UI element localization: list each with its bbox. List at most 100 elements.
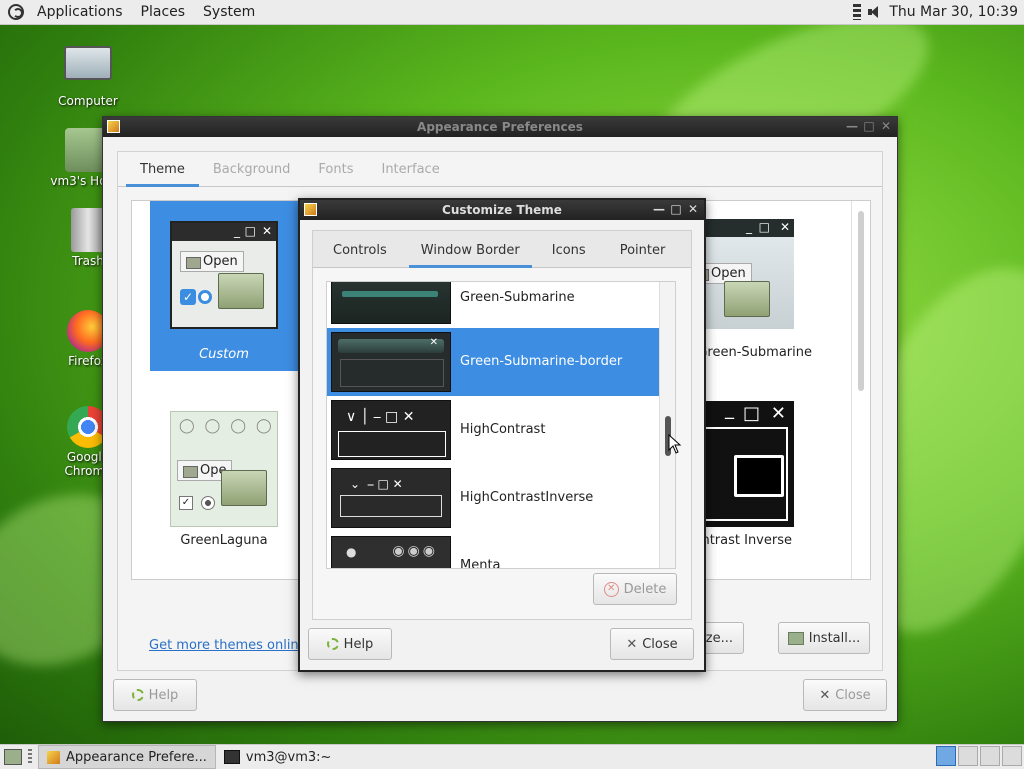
appearance-titlebar[interactable]: Appearance Preferences — □ ✕ bbox=[103, 117, 897, 137]
window-border-list: Green-Submarine ✕ Green-Submarine-border… bbox=[326, 281, 676, 569]
appearance-app-icon bbox=[47, 750, 60, 764]
theme-thumbnail: ● ◉◉◉ bbox=[331, 536, 451, 568]
radio-icon bbox=[198, 290, 212, 304]
appearance-title: Appearance Preferences bbox=[417, 120, 583, 134]
close-icon: ✕ bbox=[779, 220, 790, 234]
maximize-icon: □ bbox=[758, 220, 770, 234]
theme-label-custom: Custom bbox=[199, 347, 249, 362]
task-appearance-preferences[interactable]: Appearance Prefere... bbox=[38, 745, 216, 769]
tab-controls[interactable]: Controls bbox=[313, 243, 409, 267]
get-more-themes-link[interactable]: Get more themes online bbox=[149, 638, 307, 653]
theme-preview: ✕ □ _ bbox=[702, 399, 794, 527]
checkbox-icon: ✓ bbox=[179, 496, 193, 510]
close-icon: ✕ bbox=[819, 687, 831, 703]
theme-label-greenlaguna: GreenLaguna bbox=[180, 533, 268, 548]
help-icon bbox=[131, 689, 144, 701]
list-item[interactable]: ✕ Green-Submarine-border bbox=[327, 328, 660, 396]
scrollbar-thumb[interactable] bbox=[858, 211, 864, 391]
list-item[interactable]: ● ◉◉◉ Menta bbox=[327, 532, 660, 569]
customize-theme-window: Customize Theme — □ ✕ Controls Window Bo… bbox=[298, 198, 706, 672]
workspace-3[interactable] bbox=[980, 746, 1000, 766]
clock[interactable]: Thu Mar 30, 10:39 bbox=[889, 4, 1018, 20]
desktop-icon-computer[interactable]: Computer bbox=[48, 46, 128, 108]
distro-logo-icon[interactable] bbox=[8, 4, 24, 20]
menu-places[interactable]: Places bbox=[132, 4, 195, 20]
close-icon: ✕ bbox=[626, 636, 638, 652]
close-icon[interactable]: ✕ bbox=[686, 202, 700, 216]
tab-pointer[interactable]: Pointer bbox=[606, 243, 680, 267]
theme-thumbnail: ∨ │ ⎯ □ ✕ bbox=[331, 400, 451, 460]
preview-open-button: Open bbox=[180, 251, 244, 272]
workspace-2[interactable] bbox=[958, 746, 978, 766]
install-icon bbox=[787, 631, 804, 645]
customize-help-button[interactable]: Help bbox=[308, 628, 392, 660]
maximize-icon[interactable]: □ bbox=[862, 119, 876, 133]
tab-theme[interactable]: Theme bbox=[126, 162, 199, 187]
delete-button[interactable]: ✕ Delete bbox=[593, 573, 677, 605]
workspace-4[interactable] bbox=[1002, 746, 1022, 766]
folder-icon bbox=[218, 273, 264, 309]
customize-title: Customize Theme bbox=[442, 203, 562, 217]
minimize-icon: _ bbox=[725, 399, 734, 420]
maximize-icon: □ bbox=[244, 224, 256, 238]
list-scrollbar[interactable] bbox=[659, 282, 675, 568]
appearance-close-button[interactable]: ✕ Close bbox=[803, 679, 887, 711]
task-terminal[interactable]: vm3@vm3:~ bbox=[216, 746, 340, 768]
customize-notebook: Controls Window Border Icons Pointer Gre… bbox=[312, 230, 692, 620]
network-icon[interactable] bbox=[853, 4, 862, 20]
minimize-icon[interactable]: — bbox=[652, 202, 666, 216]
appearance-help-button[interactable]: Help bbox=[113, 679, 197, 711]
theme-thumbnail: ⌄ ⎯ □ ✕ bbox=[331, 468, 451, 528]
customize-app-icon bbox=[304, 203, 317, 216]
appearance-tabs: Theme Background Fonts Interface bbox=[118, 152, 882, 187]
install-button[interactable]: Install... bbox=[778, 622, 870, 654]
tab-window-border[interactable]: Window Border bbox=[408, 243, 532, 268]
list-item[interactable]: Green-Submarine bbox=[327, 282, 660, 328]
list-item-label: Green-Submarine-border bbox=[460, 354, 623, 369]
bottom-panel: Appearance Prefere... vm3@vm3:~ bbox=[0, 744, 1024, 769]
maximize-icon[interactable]: □ bbox=[669, 202, 683, 216]
radio-icon bbox=[201, 496, 215, 510]
close-icon: ✕ bbox=[429, 337, 438, 348]
list-item-label: Green-Submarine bbox=[460, 290, 575, 305]
theme-preview: ✕ □ _ Open bbox=[688, 219, 794, 329]
close-icon[interactable]: ✕ bbox=[879, 119, 893, 133]
tab-icons[interactable]: Icons bbox=[532, 243, 606, 267]
list-item[interactable]: ∨ │ ⎯ □ ✕ HighContrast bbox=[327, 396, 660, 464]
panel-handle-icon bbox=[28, 749, 32, 765]
tab-background[interactable]: Background bbox=[199, 162, 305, 186]
theme-preview: ◯◯◯◯ Ope ✓ bbox=[170, 411, 278, 527]
minimize-icon: _ bbox=[234, 224, 240, 238]
list-item-label: HighContrastInverse bbox=[460, 490, 594, 505]
theme-item-highcontrast-inverse[interactable]: ✕ □ _ HighContrast Inverse bbox=[655, 399, 794, 561]
menu-system[interactable]: System bbox=[194, 4, 264, 20]
theme-item-custom[interactable]: ✕ □ _ Open ✓ Custom bbox=[150, 201, 298, 371]
theme-thumbnail: ✕ bbox=[331, 332, 451, 392]
close-icon: ✕ bbox=[261, 224, 272, 238]
tab-fonts[interactable]: Fonts bbox=[304, 162, 367, 186]
theme-preview: ✕ □ _ Open ✓ bbox=[170, 221, 278, 329]
trash-icon bbox=[71, 208, 105, 252]
appearance-app-icon bbox=[107, 120, 120, 133]
tab-interface[interactable]: Interface bbox=[367, 162, 453, 186]
help-icon bbox=[326, 638, 339, 650]
list-item-label: Menta bbox=[460, 558, 501, 569]
close-icon: ✕ bbox=[770, 403, 786, 424]
mouse-pointer-icon bbox=[668, 434, 682, 454]
customize-tabs: Controls Window Border Icons Pointer bbox=[313, 231, 691, 268]
volume-icon[interactable] bbox=[867, 4, 883, 20]
list-item[interactable]: ⌄ ⎯ □ ✕ HighContrastInverse bbox=[327, 464, 660, 532]
show-desktop-icon[interactable] bbox=[4, 749, 22, 765]
minimize-icon[interactable]: — bbox=[845, 119, 859, 133]
workspace-switcher bbox=[936, 746, 1022, 766]
customize-titlebar[interactable]: Customize Theme — □ ✕ bbox=[300, 200, 704, 220]
theme-item-greenlaguna[interactable]: ◯◯◯◯ Ope ✓ GreenLaguna bbox=[150, 401, 298, 561]
list-item-label: HighContrast bbox=[460, 422, 546, 437]
menu-applications[interactable]: Applications bbox=[28, 4, 132, 20]
customize-close-button[interactable]: ✕ Close bbox=[610, 628, 694, 660]
workspace-1[interactable] bbox=[936, 746, 956, 766]
theme-thumbnail bbox=[331, 282, 451, 324]
theme-item-green-submarine[interactable]: ✕ □ _ Open Green-Submarine bbox=[688, 211, 812, 360]
delete-icon: ✕ bbox=[603, 581, 619, 597]
theme-grid-scrollbar[interactable] bbox=[851, 201, 870, 579]
